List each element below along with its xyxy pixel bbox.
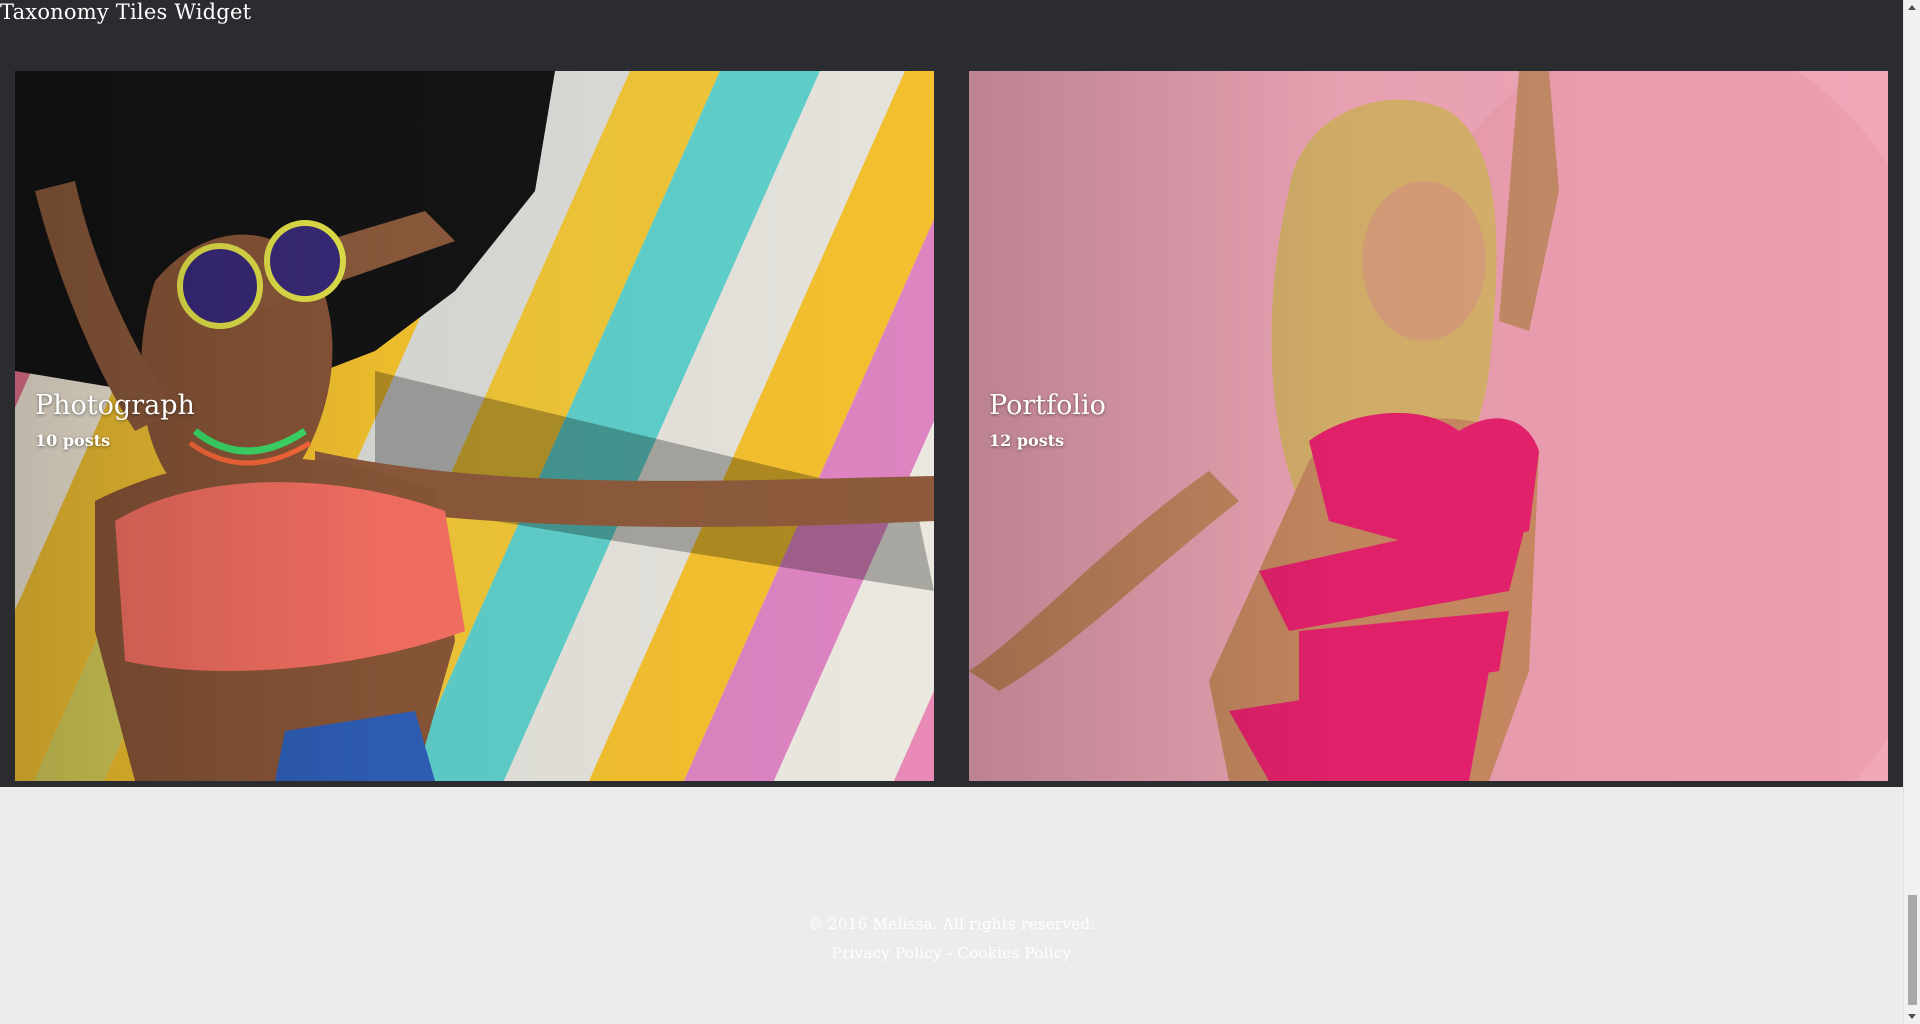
tile-portfolio[interactable]: Portfolio 12 posts <box>969 71 1888 781</box>
tile-caption: Portfolio 12 posts <box>989 389 1106 452</box>
privacy-policy-link[interactable]: Privacy Policy <box>832 944 942 962</box>
tile-name-portfolio: Portfolio <box>989 390 1106 421</box>
tile-count-photograph: 10 posts <box>35 431 111 450</box>
taxonomy-tiles-widget: Taxonomy Tiles Widget Photograph 10 post… <box>0 0 1903 787</box>
site-footer: © 2016 Melissa. All rights reserved. Pri… <box>0 787 1903 1024</box>
tile-photograph[interactable]: Photograph 10 posts <box>15 71 934 781</box>
tile-caption: Photograph 10 posts <box>35 389 195 452</box>
scroll-up-arrow-icon[interactable] <box>1908 5 1916 10</box>
scroll-down-arrow-icon[interactable] <box>1908 1014 1916 1019</box>
tile-count-portfolio: 12 posts <box>989 431 1065 450</box>
widget-title: Taxonomy Tiles Widget <box>0 0 252 24</box>
tile-overlay <box>969 71 1888 781</box>
footer-links: Privacy Policy - Cookies Policy <box>0 943 1903 963</box>
scrollbar-thumb[interactable] <box>1908 895 1917 1005</box>
copyright-text: © 2016 Melissa. All rights reserved. <box>807 915 1096 933</box>
cookies-policy-link[interactable]: Cookies Policy <box>957 944 1071 962</box>
footer-link-separator: - <box>946 944 958 962</box>
tile-name-photograph: Photograph <box>35 390 195 421</box>
vertical-scrollbar[interactable] <box>1903 0 1920 1024</box>
